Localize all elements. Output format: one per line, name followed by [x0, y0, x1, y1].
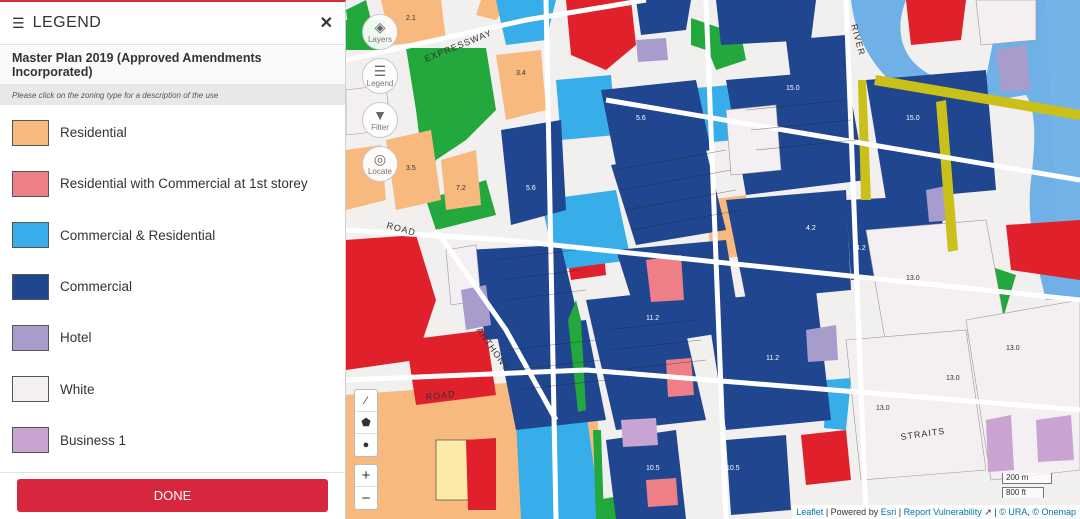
legend-item-label: Commercial & Residential	[60, 227, 216, 243]
legend-map-label: Legend	[366, 79, 394, 88]
swatch	[12, 376, 49, 403]
svg-text:11.2: 11.2	[646, 315, 659, 322]
zoom-in-button[interactable]: +	[355, 465, 377, 487]
legend-footer: DONE	[0, 472, 345, 519]
legend-icon: ☰	[373, 63, 387, 79]
external-link-icon: ↗	[984, 507, 992, 517]
done-button[interactable]: DONE	[17, 479, 328, 512]
scale-metric: 200 m	[1002, 473, 1052, 484]
filter-label: Filter	[371, 123, 389, 132]
svg-text:3.4: 3.4	[516, 70, 526, 77]
svg-text:13.0: 13.0	[1006, 345, 1020, 352]
svg-text:15.0: 15.0	[786, 85, 800, 92]
svg-text:13.0: 13.0	[876, 405, 890, 412]
swatch	[12, 222, 49, 249]
svg-text:10.5: 10.5	[726, 465, 740, 472]
legend-header: ☰ LEGEND ✕	[0, 2, 345, 45]
ura-link[interactable]: © URA	[999, 507, 1027, 517]
legend-list: Residential Residential with Commercial …	[0, 107, 345, 472]
legend-hint: Please click on the zoning type for a de…	[0, 85, 345, 105]
legend-item-label: Business 1	[60, 432, 127, 448]
legend-item-label: Residential with Commercial at 1st store…	[60, 176, 308, 192]
swatch	[12, 119, 49, 146]
legend-item-business-1[interactable]: Business 1	[0, 415, 345, 466]
esri-link[interactable]: Esri	[881, 507, 897, 517]
commercial-zone	[501, 120, 566, 225]
svg-text:13.0: 13.0	[946, 375, 960, 382]
point-tool-icon[interactable]: ●	[355, 434, 377, 456]
map-attribution: Leaflet | Powered by Esri | Report Vulne…	[792, 505, 1080, 519]
map-canvas[interactable]: EXPRESSWAY RIVER ROAD ROAD ANTHONY STRAI…	[346, 0, 1080, 519]
list-icon: ☰	[12, 14, 25, 31]
legend-map-button[interactable]: ☰ Legend	[362, 58, 398, 94]
legend-item-label: Residential	[60, 125, 127, 141]
swatch	[12, 324, 49, 351]
legend-title: LEGEND	[32, 14, 102, 31]
legend-item-commercial-residential[interactable]: Commercial & Residential	[0, 210, 345, 261]
legend-item-residential[interactable]: Residential	[0, 107, 345, 158]
svg-text:7.2: 7.2	[456, 185, 466, 192]
zoom-out-button[interactable]: −	[355, 487, 377, 509]
locate-button[interactable]: ◎ Locate	[362, 146, 398, 182]
legend-item-hotel[interactable]: Hotel	[0, 312, 345, 363]
powered-by-text: | Powered by	[825, 507, 879, 517]
line-tool-icon[interactable]: ∕	[355, 390, 377, 412]
legend-item-commercial[interactable]: Commercial	[0, 261, 345, 312]
legend-panel: ☰ LEGEND ✕ Master Plan 2019 (Approved Am…	[0, 0, 346, 519]
svg-text:5.6: 5.6	[526, 185, 536, 192]
plan-title: Master Plan 2019 (Approved Amendments In…	[0, 45, 345, 85]
layers-button[interactable]: ◈ Layers	[362, 14, 398, 50]
locate-label: Locate	[367, 167, 393, 176]
legend-item-white[interactable]: White	[0, 363, 345, 414]
scale-imperial: 800 ft	[1002, 487, 1044, 498]
draw-toolbar: ∕ ⬟ ●	[354, 389, 378, 457]
filter-icon: ▼	[373, 107, 387, 123]
svg-text:4.2: 4.2	[806, 225, 816, 232]
onemap-link[interactable]: © Onemap	[1032, 507, 1076, 517]
svg-text:10.5: 10.5	[646, 465, 660, 472]
zoning-map[interactable]: EXPRESSWAY RIVER ROAD ROAD ANTHONY STRAI…	[346, 0, 1080, 519]
legend-item-residential-commercial[interactable]: Residential with Commercial at 1st store…	[0, 158, 345, 209]
legend-item-label: Hotel	[60, 330, 92, 346]
svg-text:2.1: 2.1	[406, 15, 416, 22]
svg-text:4.2: 4.2	[856, 245, 866, 252]
zoom-control: + −	[354, 464, 378, 510]
layers-label: Layers	[367, 35, 392, 44]
swatch	[12, 427, 49, 454]
svg-text:13.0: 13.0	[906, 275, 920, 282]
locate-icon: ◎	[373, 151, 387, 167]
svg-text:5.6: 5.6	[636, 115, 646, 122]
layers-icon: ◈	[374, 19, 386, 35]
svg-text:3.5: 3.5	[406, 165, 416, 172]
hotel-zone	[636, 38, 668, 62]
close-icon[interactable]: ✕	[320, 13, 333, 33]
legend-item-label: White	[60, 381, 95, 397]
swatch	[12, 273, 49, 300]
report-vulnerability-link[interactable]: Report Vulnerability	[904, 507, 982, 517]
polygon-tool-icon[interactable]: ⬟	[355, 412, 377, 434]
swatch	[12, 170, 49, 197]
filter-button[interactable]: ▼ Filter	[362, 102, 398, 138]
svg-text:15.0: 15.0	[906, 115, 920, 122]
svg-text:11.2: 11.2	[766, 355, 779, 362]
leaflet-link[interactable]: Leaflet	[796, 507, 823, 517]
legend-item-label: Commercial	[60, 279, 133, 295]
